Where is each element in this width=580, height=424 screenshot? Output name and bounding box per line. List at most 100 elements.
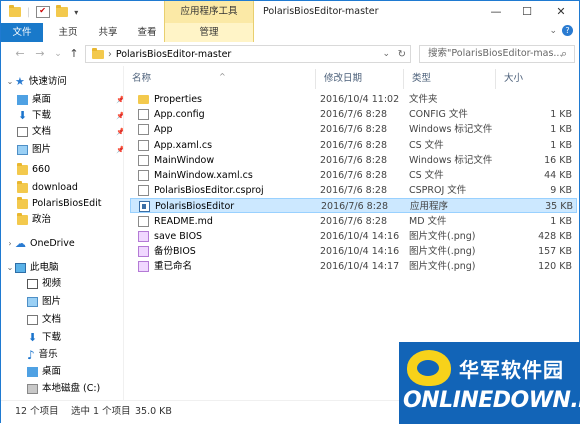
sidebar-pc-desktop[interactable]: 桌面: [1, 364, 123, 380]
breadcrumb-chevron-icon[interactable]: ›: [108, 49, 112, 60]
expand-ribbon-icon[interactable]: ⌄: [549, 26, 557, 36]
sidebar-pc-videos[interactable]: 视频: [1, 276, 123, 292]
file-type: Windows 标记文件: [409, 124, 493, 136]
help-icon[interactable]: ?: [562, 25, 573, 36]
sidebar-quick-access[interactable]: ⌄ ★ 快速访问: [1, 74, 123, 90]
file-name: 备份BIOS: [154, 246, 196, 257]
breadcrumb-current[interactable]: PolarisBiosEditor-master: [116, 49, 232, 60]
file-name: README.md: [154, 215, 213, 227]
file-name-cell[interactable]: Properties: [138, 92, 318, 107]
table-row[interactable]: MainWindow 2016/7/6 8:28 Windows 标记文件 16 KB: [130, 153, 577, 168]
file-name-cell[interactable]: save BIOS: [138, 229, 318, 244]
file-name-cell[interactable]: MainWindow: [138, 153, 318, 168]
file-name: App.config: [154, 109, 205, 121]
png-file-icon: [138, 230, 149, 242]
pin-icon[interactable]: 📌: [116, 92, 123, 108]
folder-file-icon: [138, 95, 149, 104]
search-icon[interactable]: ⌕: [561, 47, 567, 61]
sidebar-onedrive[interactable]: › ☁ OneDrive: [1, 236, 123, 252]
tab-view[interactable]: 查看: [128, 23, 166, 42]
file-name-cell[interactable]: 重已命名: [138, 259, 318, 274]
forward-button[interactable]: →: [33, 47, 47, 61]
tab-manage[interactable]: 管理: [164, 23, 254, 42]
chevron-down-icon[interactable]: ⌄: [5, 260, 15, 276]
close-button[interactable]: ✕: [546, 1, 576, 23]
sidebar-item-download[interactable]: download: [1, 180, 123, 196]
file-date: 2016/7/6 8:28: [320, 215, 388, 227]
minimize-button[interactable]: —: [481, 1, 511, 23]
sidebar-item-documents[interactable]: 文档 📌: [1, 124, 123, 140]
table-row[interactable]: 备份BIOS 2016/10/4 14:16 图片文件(.png) 157 KB: [130, 244, 577, 259]
sidebar-pc-local-disk[interactable]: 本地磁盘 (C:): [1, 381, 123, 397]
refresh-icon[interactable]: ↻: [398, 49, 406, 60]
file-name: Properties: [154, 94, 203, 105]
file-name-cell[interactable]: 备份BIOS: [138, 244, 318, 259]
table-row[interactable]: save BIOS 2016/10/4 14:16 图片文件(.png) 428 KB: [130, 229, 577, 244]
up-button[interactable]: ↑: [67, 47, 81, 61]
address-bar[interactable]: › PolarisBiosEditor-master ⌄ ↻: [85, 45, 411, 63]
chevron-down-icon[interactable]: ⌄: [5, 74, 15, 90]
file-type: Windows 标记文件: [409, 154, 493, 166]
file-size: 9 KB: [550, 185, 572, 197]
file-name-cell[interactable]: App: [138, 122, 318, 137]
sidebar-pc-pictures[interactable]: 图片: [1, 294, 123, 310]
sidebar-item-660[interactable]: 660: [1, 162, 123, 178]
tab-home[interactable]: 主页: [49, 23, 87, 42]
file-name-cell[interactable]: MainWindow.xaml.cs: [138, 168, 318, 183]
table-row[interactable]: App.config 2016/7/6 8:28 CONFIG 文件 1 KB: [130, 107, 577, 122]
table-row[interactable]: MainWindow.xaml.cs 2016/7/6 8:28 CS 文件 44 K…: [130, 168, 577, 183]
download-icon: ⬇: [27, 331, 38, 344]
column-header-date[interactable]: 修改日期: [316, 69, 404, 89]
status-item-count: 12 个项目: [15, 406, 59, 417]
table-row[interactable]: App 2016/7/6 8:28 Windows 标记文件 1 KB: [130, 122, 577, 137]
desktop-icon: [27, 367, 38, 377]
file-name-cell[interactable]: PolarisBiosEditor: [139, 199, 319, 214]
explorer-window: | ✔ ▾ 应用程序工具 PolarisBiosEditor-master — …: [0, 0, 580, 424]
customize-toolbar-icon[interactable]: ▾: [74, 8, 78, 17]
sidebar-item-polarisbiosedit[interactable]: PolarisBiosEdit: [1, 196, 123, 212]
address-dropdown-icon[interactable]: ⌄: [382, 49, 390, 59]
recent-locations-button[interactable]: ⌄: [51, 47, 65, 61]
file-name-cell[interactable]: App.xaml.cs: [138, 138, 318, 153]
file-name-cell[interactable]: App.config: [138, 107, 318, 122]
pin-icon[interactable]: 📌: [116, 108, 123, 124]
table-row[interactable]: PolarisBiosEditor.csproj 2016/7/6 8:28 CSP…: [130, 183, 577, 198]
download-icon: ⬇: [17, 109, 28, 122]
sidebar-item-desktop[interactable]: 桌面 📌: [1, 92, 123, 108]
tab-file[interactable]: 文件: [1, 23, 43, 42]
window-title: PolarisBiosEditor-master: [263, 6, 379, 17]
table-row[interactable]: Properties 2016/10/4 11:02 文件夹: [130, 92, 577, 107]
sidebar-pc-documents[interactable]: 文档: [1, 312, 123, 328]
sidebar-pc-downloads[interactable]: ⬇ 下载: [1, 330, 123, 346]
table-row[interactable]: PolarisBiosEditor 2016/7/6 8:28 应用程序 35 KB: [130, 198, 577, 214]
exe-file-icon: [139, 201, 150, 213]
search-input[interactable]: 搜索"PolarisBiosEditor-mas...: [419, 45, 575, 63]
navigation-pane: ⌄ ★ 快速访问 桌面 📌 ⬇ 下载 📌 文档 📌 图片 📌 660: [1, 66, 124, 400]
file-size: 157 KB: [538, 246, 572, 257]
sidebar-item-downloads[interactable]: ⬇ 下载 📌: [1, 108, 123, 124]
table-row[interactable]: README.md 2016/7/6 8:28 MD 文件 1 KB: [130, 214, 577, 229]
file-name-cell[interactable]: PolarisBiosEditor.csproj: [138, 183, 318, 198]
context-tab-label: 应用程序工具: [164, 1, 254, 23]
pin-icon[interactable]: 📌: [116, 142, 123, 158]
sidebar-this-pc[interactable]: ⌄ 此电脑: [1, 260, 123, 276]
title-bar: | ✔ ▾ 应用程序工具 PolarisBiosEditor-master — …: [1, 1, 579, 23]
column-header-name[interactable]: 名称 ^: [124, 69, 316, 89]
file-name-cell[interactable]: README.md: [138, 214, 318, 229]
new-folder-icon[interactable]: [56, 5, 69, 17]
column-header-size[interactable]: 大小: [496, 69, 578, 89]
back-button[interactable]: ←: [13, 47, 27, 61]
file-name: App.xaml.cs: [154, 139, 213, 151]
chevron-right-icon[interactable]: ›: [5, 236, 15, 252]
tab-share[interactable]: 共享: [89, 23, 127, 42]
sidebar-item-pictures[interactable]: 图片 📌: [1, 142, 123, 158]
sidebar-item-politics[interactable]: 政治: [1, 212, 123, 228]
maximize-button[interactable]: ☐: [512, 1, 542, 23]
file-type: MD 文件: [409, 215, 447, 227]
sidebar-pc-music[interactable]: ♪ 音乐: [1, 347, 123, 363]
table-row[interactable]: 重已命名 2016/10/4 14:17 图片文件(.png) 120 KB: [130, 259, 577, 274]
pin-icon[interactable]: 📌: [116, 124, 123, 140]
table-row[interactable]: App.xaml.cs 2016/7/6 8:28 CS 文件 1 KB: [130, 138, 577, 153]
column-header-type[interactable]: 类型: [404, 69, 496, 89]
properties-icon[interactable]: ✔: [36, 6, 51, 18]
